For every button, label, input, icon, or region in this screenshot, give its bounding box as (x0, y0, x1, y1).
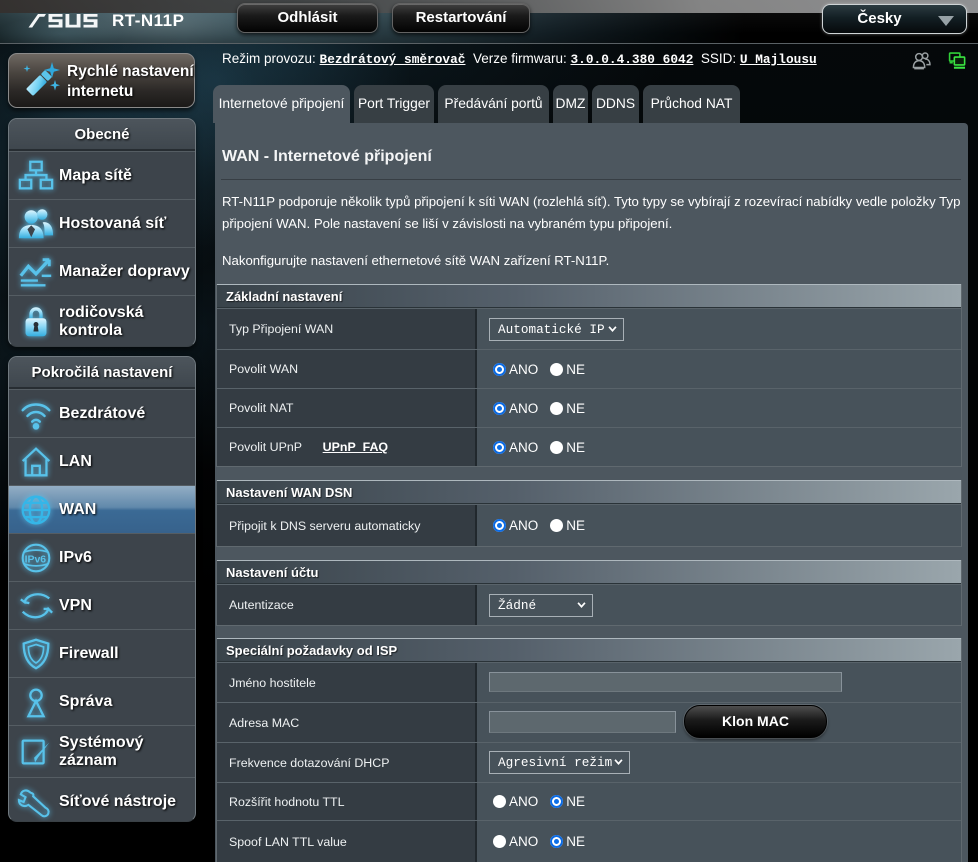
svg-text:IPv6: IPv6 (25, 554, 47, 565)
